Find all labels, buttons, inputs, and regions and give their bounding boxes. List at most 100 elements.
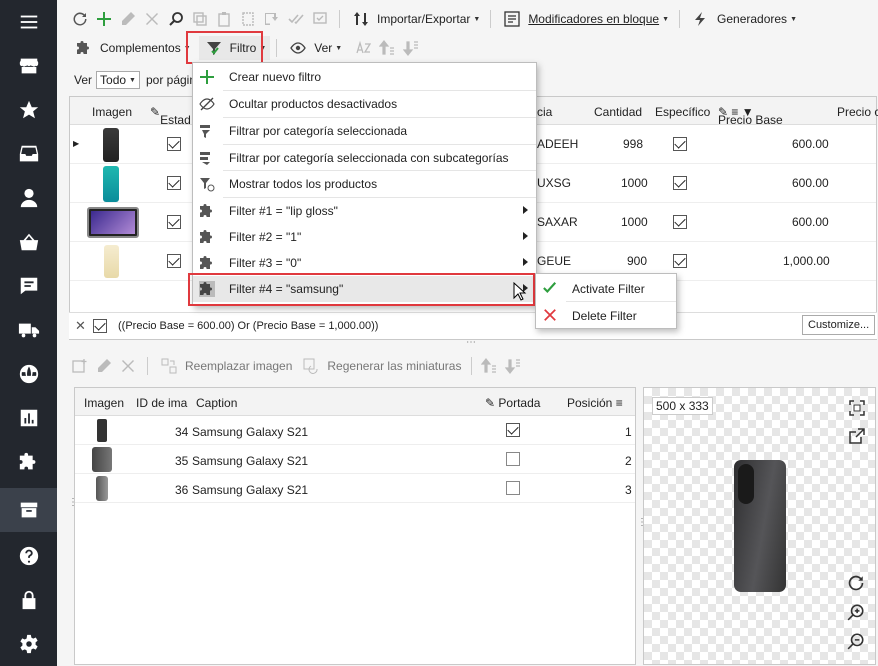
- table-row[interactable]: 35 Samsung Galaxy S21 2: [75, 445, 635, 474]
- move-up-icon[interactable]: [478, 355, 500, 377]
- view-button[interactable]: Ver ▼: [283, 36, 346, 60]
- activate-filter-item[interactable]: Activate Filter: [536, 275, 676, 301]
- store-icon[interactable]: [0, 44, 57, 88]
- gear-icon[interactable]: [0, 622, 57, 666]
- menu-item-filter-2[interactable]: Filter #2 = "1": [193, 224, 536, 250]
- specific-checkbox[interactable]: [673, 215, 687, 229]
- splitter-handle-icon[interactable]: ⋯: [466, 337, 476, 348]
- menu-item-filter-category[interactable]: Filtrar por categoría seleccionada: [193, 118, 536, 144]
- check-all-icon[interactable]: [285, 8, 307, 30]
- puzzle-icon: [200, 256, 212, 269]
- menu-item-show-all[interactable]: Mostrar todos los productos: [193, 171, 536, 197]
- clear-filter-icon[interactable]: ✕: [75, 318, 86, 334]
- sort-az-icon[interactable]: [352, 37, 374, 59]
- delete-image-icon[interactable]: [117, 355, 139, 377]
- col-price[interactable]: Precio c: [837, 105, 878, 119]
- menu-item-filter-1[interactable]: Filter #1 = "lip gloss": [193, 198, 536, 224]
- add-image-icon[interactable]: [69, 355, 91, 377]
- regenerate-thumbnails-button[interactable]: Regenerar las miniaturas: [296, 354, 465, 378]
- lock-icon[interactable]: [0, 578, 57, 622]
- edit-image-icon[interactable]: [93, 355, 115, 377]
- cover-checkbox[interactable]: [506, 481, 520, 495]
- refresh-icon[interactable]: [69, 8, 91, 30]
- table-row[interactable]: 36 Samsung Galaxy S21 3: [75, 474, 635, 503]
- col-quantity[interactable]: Cantidad: [594, 105, 642, 119]
- show-all-icon: [200, 178, 215, 192]
- splitter-handle-icon[interactable]: ⋮: [68, 497, 78, 508]
- addons-button[interactable]: Complementos ▼: [69, 36, 195, 60]
- delete-filter-item[interactable]: Delete Filter: [536, 302, 676, 328]
- edit-icon[interactable]: [117, 8, 139, 30]
- basket-icon[interactable]: [0, 220, 57, 264]
- duplicate-icon[interactable]: [237, 8, 259, 30]
- import-export-button[interactable]: Importar/Exportar ▼: [346, 7, 484, 31]
- menu-item-filter-3[interactable]: Filter #3 = "0": [193, 250, 536, 276]
- zoom-out-icon[interactable]: [847, 632, 865, 653]
- col-status[interactable]: ✎ Estad: [150, 105, 191, 127]
- col-reference[interactable]: cia: [537, 105, 552, 119]
- specific-checkbox[interactable]: [673, 254, 687, 268]
- chart-icon[interactable]: [0, 396, 57, 440]
- cover-checkbox[interactable]: [506, 452, 520, 466]
- menu-hamburger-icon[interactable]: [0, 0, 57, 44]
- fit-screen-icon[interactable]: [849, 400, 865, 419]
- menu-item-filter-4[interactable]: Filter #4 = "samsung": [193, 276, 536, 302]
- col-image[interactable]: Imagen: [84, 396, 124, 410]
- status-checkbox[interactable]: [167, 254, 181, 268]
- zoom-in-icon[interactable]: [847, 603, 865, 624]
- col-position[interactable]: Posición ≡: [567, 396, 623, 410]
- help-icon[interactable]: [0, 534, 57, 578]
- col-id[interactable]: ID de ima: [136, 396, 187, 410]
- paste-icon[interactable]: [213, 8, 235, 30]
- menu-item-create-filter[interactable]: Crear nuevo filtro: [193, 64, 536, 90]
- user-icon[interactable]: [0, 176, 57, 220]
- inbox-icon[interactable]: [0, 132, 57, 176]
- move-icon[interactable]: [261, 8, 283, 30]
- move-down-icon[interactable]: [400, 37, 422, 59]
- move-up-icon[interactable]: [376, 37, 398, 59]
- bulk-modifiers-button[interactable]: Modificadores en bloque ▼: [497, 7, 673, 31]
- status-checkbox[interactable]: [167, 137, 181, 151]
- copy-icon[interactable]: [189, 8, 211, 30]
- col-image[interactable]: Imagen: [92, 105, 132, 119]
- table-row[interactable]: 34 Samsung Galaxy S21 1: [75, 416, 635, 445]
- specific-checkbox[interactable]: [673, 137, 687, 151]
- filter-button[interactable]: Filtro ▼: [198, 36, 271, 60]
- search-icon[interactable]: [165, 8, 187, 30]
- col-cover[interactable]: ✎ Portada: [485, 396, 540, 410]
- open-external-icon[interactable]: [849, 428, 865, 447]
- replace-image-icon: [158, 355, 180, 377]
- caption-cell: Samsung Galaxy S21: [192, 483, 309, 497]
- approve-icon[interactable]: [309, 8, 331, 30]
- add-icon[interactable]: [93, 8, 115, 30]
- images-grid: Imagen ID de ima Caption ✎ Portada Posic…: [74, 387, 636, 665]
- message-icon[interactable]: [0, 264, 57, 308]
- archive-icon[interactable]: [0, 488, 57, 532]
- replace-image-button[interactable]: Reemplazar imagen: [154, 354, 296, 378]
- delete-icon[interactable]: [141, 8, 163, 30]
- image-toolbar: Reemplazar imagen Regenerar las miniatur…: [69, 352, 526, 380]
- status-checkbox[interactable]: [167, 215, 181, 229]
- star-icon[interactable]: [0, 88, 57, 132]
- page-size-select[interactable]: Todo ▼: [96, 71, 140, 89]
- col-caption[interactable]: Caption: [196, 396, 237, 410]
- product-thumbnail: [87, 207, 139, 238]
- menu-item-filter-subcategory[interactable]: Filtrar por categoría seleccionada con s…: [193, 145, 536, 171]
- filter-expression[interactable]: ((Precio Base = 600.00) Or (Precio Base …: [118, 320, 378, 332]
- status-checkbox[interactable]: [167, 176, 181, 190]
- menu-item-hide-disabled[interactable]: Ocultar productos desactivados: [193, 91, 536, 117]
- truck-icon[interactable]: [0, 308, 57, 352]
- filter-enabled-checkbox[interactable]: [93, 319, 107, 333]
- generators-button[interactable]: Generadores ▼: [686, 7, 801, 31]
- splitter-handle-icon[interactable]: ⋮: [637, 517, 647, 528]
- specific-checkbox[interactable]: [673, 176, 687, 190]
- col-base-price[interactable]: Precio Base ✎ ≡ ▼: [718, 105, 783, 127]
- cover-checkbox[interactable]: [506, 423, 520, 437]
- move-down-icon[interactable]: [502, 355, 524, 377]
- puzzle-icon[interactable]: [0, 440, 57, 484]
- globe-icon[interactable]: [0, 352, 57, 396]
- customize-button[interactable]: Customize...: [802, 315, 876, 335]
- rotate-icon[interactable]: [847, 574, 865, 595]
- col-specific[interactable]: Específico: [655, 105, 710, 119]
- addons-label: Complementos: [100, 41, 181, 55]
